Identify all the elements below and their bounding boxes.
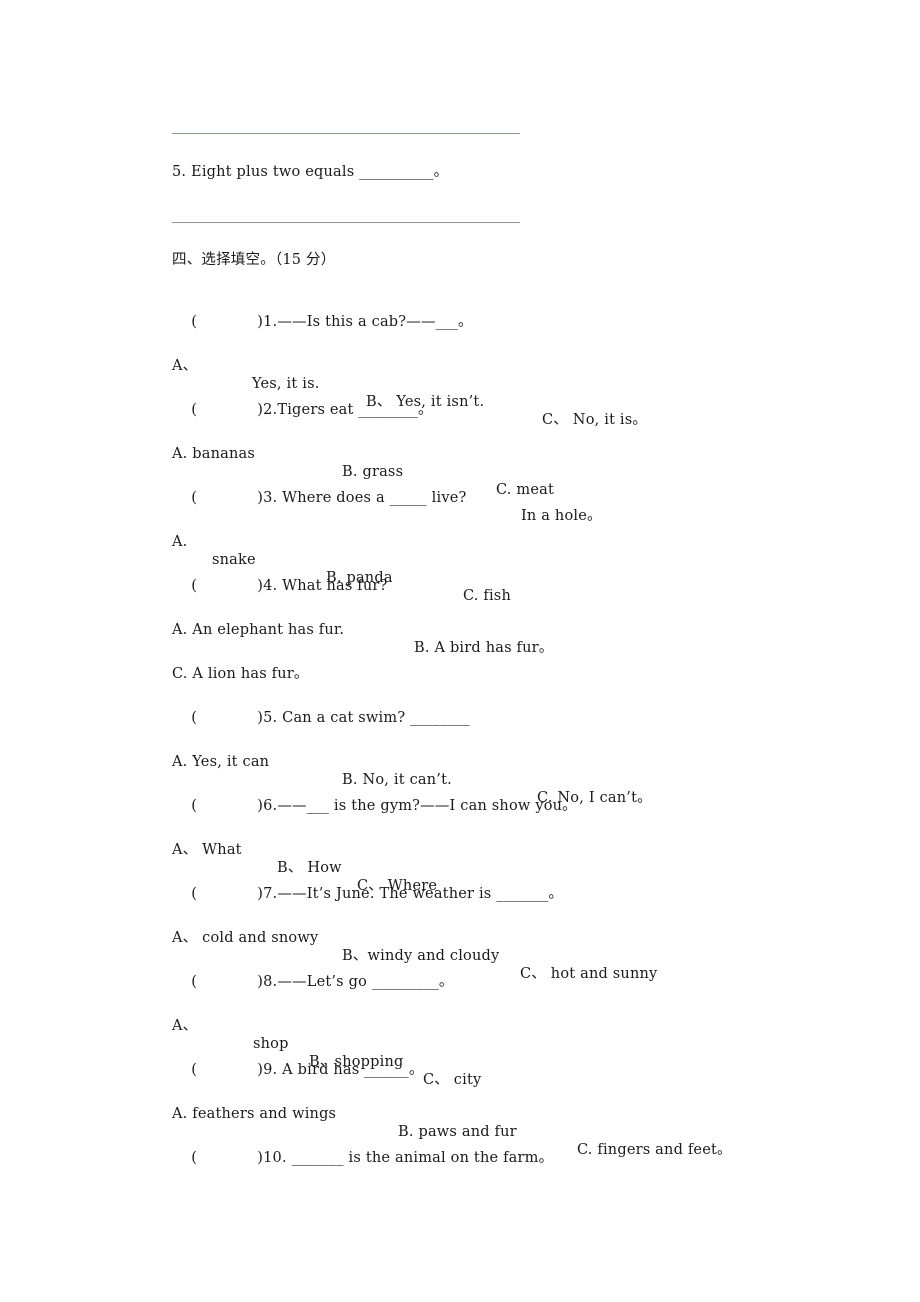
answer-paren[interactable]: ( xyxy=(191,577,257,595)
option-c: C、 city xyxy=(423,1072,482,1088)
answer-paren[interactable]: ( xyxy=(191,1061,257,1079)
option-a: A. An elephant has fur. xyxy=(172,622,345,638)
question-3: ()3. Where does a _____ live? In a hole。 xyxy=(172,471,601,543)
option-c: C. fingers and feet。 xyxy=(577,1142,732,1158)
answer-line-1 xyxy=(172,133,520,134)
answer-paren[interactable]: ( xyxy=(191,489,257,507)
answer-paren[interactable]: ( xyxy=(191,797,257,815)
question-answer-hint: In a hole。 xyxy=(521,508,602,524)
answer-paren[interactable]: ( xyxy=(191,885,257,903)
answer-paren[interactable]: ( xyxy=(191,1149,257,1167)
answer-paren[interactable]: ( xyxy=(191,313,257,331)
question-7: ()7.——It’s June. The weather is _______。 xyxy=(172,867,563,921)
question-stem: )5. Can a cat swim? ________ xyxy=(257,710,470,726)
question-10: ()10. _______ is the animal on the farm。 xyxy=(172,1131,553,1185)
option-c: C. meat xyxy=(496,482,554,498)
answer-paren[interactable]: ( xyxy=(191,401,257,419)
question-5: ()5. Can a cat swim? ________ xyxy=(172,691,470,745)
option-a: A. Yes, it can xyxy=(172,754,270,770)
question-2: ()2.Tigers eat ________。 xyxy=(172,383,433,437)
question-1: ()1.——Is this a cab?——___。 xyxy=(172,295,473,349)
question-stem: )10. _______ is the animal on the farm。 xyxy=(257,1150,554,1166)
question-8: ()8.——Let’s go _________。 xyxy=(172,955,454,1009)
option-a: A. feathers and wings xyxy=(172,1106,337,1122)
question-stem: )1.——Is this a cab?——___。 xyxy=(257,314,473,330)
option-a-label: A、 xyxy=(172,1018,198,1034)
question-stem: )2.Tigers eat ________。 xyxy=(257,402,433,418)
question-6: ()6.——___ is the gym?——I can show you。 xyxy=(172,779,577,833)
option-c: C、 No, it is。 xyxy=(542,412,648,428)
option-b: B. A bird has fur。 xyxy=(414,640,554,656)
option-c: C. fish xyxy=(463,588,511,604)
question-9: ()9. A bird has ______。 xyxy=(172,1043,424,1097)
option-a-label: A. xyxy=(172,534,188,550)
question-stem: )8.——Let’s go _________。 xyxy=(257,974,454,990)
question-stem: )7.——It’s June. The weather is _______。 xyxy=(257,886,564,902)
section-title: 四、选择填空。（15 分） xyxy=(172,252,336,268)
answer-paren[interactable]: ( xyxy=(191,973,257,991)
answer-line-2 xyxy=(172,222,520,223)
answer-paren[interactable]: ( xyxy=(191,709,257,727)
question-4: ()4. What has fur? xyxy=(172,559,388,613)
option-c: C. A lion has fur。 xyxy=(172,666,309,682)
option-c: C、 hot and sunny xyxy=(520,966,658,982)
option-a: A、 cold and snowy xyxy=(172,930,319,946)
option-a: A. bananas xyxy=(172,446,256,462)
question-stem: )3. Where does a _____ live? xyxy=(257,490,467,506)
option-a: A、 What xyxy=(172,842,242,858)
fill-blank-item-5: 5. Eight plus two equals __________。 xyxy=(172,164,449,180)
question-stem: )4. What has fur? xyxy=(257,578,388,594)
question-stem: )9. A bird has ______。 xyxy=(257,1062,424,1078)
question-stem: )6.——___ is the gym?——I can show you。 xyxy=(257,798,577,814)
option-a-label: A、 xyxy=(172,358,198,374)
